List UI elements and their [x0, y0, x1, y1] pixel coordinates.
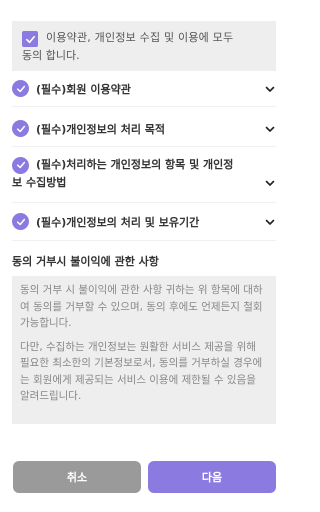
term-privacy-items[interactable]: (필수)처리하는 개인정보의 항목 및 개인정 보 수집방법 [12, 156, 276, 192]
divider [12, 146, 276, 147]
check-icon [16, 218, 25, 225]
divider [12, 202, 276, 203]
check-icon [16, 85, 25, 92]
term-checkbox[interactable] [12, 156, 29, 174]
term-member-agreement[interactable]: (필수)회원 이용약관 [12, 80, 276, 97]
agree-all-row[interactable]: 이용약관, 개인정보 수집 및 이용에 모두 [22, 29, 266, 47]
chevron-down-icon[interactable] [264, 83, 276, 95]
next-button[interactable]: 다음 [148, 461, 276, 493]
term-checkbox[interactable] [12, 120, 29, 137]
term-checkbox[interactable] [12, 213, 29, 230]
term-label: (필수)개인정보의 처리 및 보유기간 [36, 215, 200, 229]
agree-all-label-cont: 동의 합니다. [22, 49, 80, 62]
term-label: (필수)회원 이용약관 [36, 82, 131, 96]
term-label: (필수)처리하는 개인정보의 항목 및 개인정 [36, 158, 234, 171]
term-label: (필수)개인정보의 처리 목적 [36, 122, 166, 136]
divider [12, 106, 276, 107]
term-privacy-purpose[interactable]: (필수)개인정보의 처리 목적 [12, 120, 276, 137]
cancel-button[interactable]: 취소 [13, 461, 141, 493]
agree-all-checkbox[interactable] [22, 31, 38, 47]
chevron-down-icon[interactable] [264, 216, 276, 228]
refusal-notice: 동의 거부 시 불이익에 관한 사항 귀하는 위 항목에 대하여 동의를 거부할… [12, 276, 276, 424]
terms-agreement-screen: 이용약관, 개인정보 수집 및 이용에 모두 동의 합니다. (필수)회원 이용… [0, 0, 288, 512]
check-icon [16, 125, 25, 132]
term-checkbox[interactable] [12, 80, 29, 97]
agree-all-label: 이용약관, 개인정보 수집 및 이용에 모두 [46, 31, 234, 44]
chevron-down-icon[interactable] [264, 177, 276, 189]
divider [12, 240, 276, 241]
check-icon [25, 35, 35, 43]
check-icon [16, 161, 25, 169]
section-title: 동의 거부시 불이익에 관한 사항 [12, 255, 159, 268]
chevron-down-icon[interactable] [264, 123, 276, 135]
agree-all-panel[interactable]: 이용약관, 개인정보 수집 및 이용에 모두 동의 합니다. [12, 21, 276, 71]
notice-paragraph: 동의 거부 시 불이익에 관한 사항 귀하는 위 항목에 대하여 동의를 거부할… [20, 284, 263, 329]
notice-paragraph: 다만, 수집하는 개인정보는 원활한 서비스 제공을 위해 필요한 최소한의 기… [20, 340, 263, 403]
term-privacy-retention[interactable]: (필수)개인정보의 처리 및 보유기간 [12, 213, 276, 230]
term-label-cont: 보 수집방법 [12, 176, 67, 189]
